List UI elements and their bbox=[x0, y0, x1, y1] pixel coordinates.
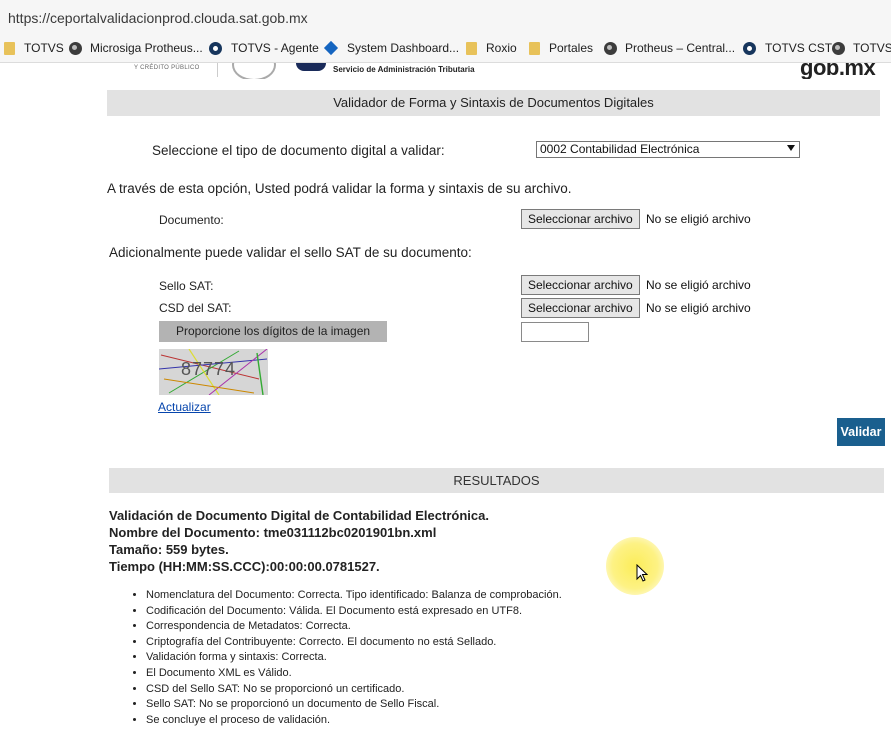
url-text[interactable]: https://ceportalvalidacionprod.clouda.sa… bbox=[8, 10, 308, 26]
doc-type-value: 0002 Contabilidad Electrónica bbox=[540, 142, 700, 156]
sello-no-file: No se eligió archivo bbox=[646, 278, 751, 292]
shcp-text: Y CRÉDITO PÚBLICO bbox=[134, 65, 200, 71]
list-item: Validación forma y sintaxis: Correcta. bbox=[146, 650, 562, 666]
csd-file-button[interactable]: Seleccionar archivo bbox=[521, 298, 640, 318]
documento-no-file: No se eligió archivo bbox=[646, 212, 751, 226]
csd-label: CSD del SAT: bbox=[159, 301, 232, 315]
header-divider bbox=[217, 63, 218, 77]
mouse-pointer-icon bbox=[636, 564, 648, 582]
bookmark-label: Portales bbox=[549, 41, 594, 55]
globe-icon bbox=[69, 41, 82, 55]
bookmark-label: TOTVS bbox=[24, 41, 64, 55]
folder-icon bbox=[529, 41, 540, 55]
captcha-image: 87774 bbox=[159, 349, 268, 395]
bookmark-label: TOTVS - Agente bbox=[231, 41, 319, 55]
sello-file-button[interactable]: Seleccionar archivo bbox=[521, 275, 640, 295]
bookmark-label: Microsiga Protheus... bbox=[90, 41, 203, 55]
captcha-code: 87774 bbox=[181, 359, 237, 379]
globe-icon bbox=[604, 41, 617, 55]
validar-button[interactable]: Validar bbox=[837, 418, 885, 446]
documento-label: Documento: bbox=[159, 213, 224, 227]
list-item: Codificación del Documento: Válida. El D… bbox=[146, 604, 562, 620]
bookmark-totvs[interactable]: TOTVS bbox=[4, 40, 64, 56]
bookmark-protheus-central[interactable]: Protheus – Central... bbox=[604, 40, 735, 56]
sat-logo bbox=[296, 63, 326, 71]
bookmark-label: System Dashboard... bbox=[347, 41, 460, 55]
list-item: El Documento XML es Válido. bbox=[146, 666, 562, 682]
results-heading: Validación de Documento Digital de Conta… bbox=[109, 508, 489, 523]
list-item: Nomenclatura del Documento: Correcta. Ti… bbox=[146, 588, 562, 604]
seal-logo bbox=[232, 63, 276, 79]
list-item: CSD del Sello SAT: No se proporcionó un … bbox=[146, 682, 562, 698]
results-messages: Nomenclatura del Documento: Correcta. Ti… bbox=[128, 588, 562, 728]
cursor-highlight bbox=[606, 537, 664, 595]
sello-label: Sello SAT: bbox=[159, 279, 214, 293]
bookmark-label: TOTVS bbox=[853, 41, 891, 55]
bookmark-totvs-agente[interactable]: TOTVS - Agente bbox=[209, 40, 319, 56]
diamond-icon bbox=[323, 40, 339, 56]
list-item: Criptografía del Contribuyente: Correcto… bbox=[146, 635, 562, 651]
form-title-bar: Validador de Forma y Sintaxis de Documen… bbox=[107, 90, 880, 116]
list-item: Correspondencia de Metadatos: Correcta. bbox=[146, 619, 562, 635]
results-title: RESULTADOS bbox=[453, 473, 540, 488]
folder-icon bbox=[4, 41, 15, 55]
bookmark-microsiga[interactable]: Microsiga Protheus... bbox=[69, 40, 203, 56]
totvs-icon bbox=[209, 41, 222, 55]
list-item: Se concluye el proceso de validación. bbox=[146, 713, 562, 729]
results-doc-name: Nombre del Documento: tme031112bc0201901… bbox=[109, 525, 437, 540]
bookmark-totvs-2[interactable]: TOTVS bbox=[832, 40, 891, 56]
sello-intro-text: Adicionalmente puede validar el sello SA… bbox=[109, 245, 472, 260]
doc-type-label: Seleccione el tipo de documento digital … bbox=[152, 143, 445, 158]
site-header: Y CRÉDITO PÚBLICO Servicio de Administra… bbox=[0, 63, 891, 79]
sat-text: Servicio de Administración Tributaria bbox=[333, 65, 475, 74]
totvs-icon bbox=[743, 41, 756, 55]
csd-no-file: No se eligió archivo bbox=[646, 301, 751, 315]
bookmark-label: Protheus – Central... bbox=[625, 41, 736, 55]
bookmarks-bar: TOTVS Microsiga Protheus... TOTVS - Agen… bbox=[0, 34, 891, 63]
gob-mx-logo[interactable]: gob.mx bbox=[800, 63, 876, 79]
bookmark-portales[interactable]: Portales bbox=[529, 40, 593, 56]
captcha-input[interactable] bbox=[521, 322, 589, 342]
bookmark-system-dashboard[interactable]: System Dashboard... bbox=[323, 40, 460, 56]
doc-type-select[interactable]: 0002 Contabilidad Electrónica bbox=[536, 141, 800, 158]
globe-icon bbox=[832, 41, 845, 55]
folder-icon bbox=[466, 41, 477, 55]
results-size: Tamaño: 559 bytes. bbox=[109, 542, 229, 557]
list-item: Sello SAT: No se proporcionó un document… bbox=[146, 697, 562, 713]
results-time: Tiempo (HH:MM:SS.CCC):00:00:00.0781527. bbox=[109, 559, 380, 574]
bookmark-totvs-cst[interactable]: TOTVS CST bbox=[743, 40, 832, 56]
bookmark-roxio[interactable]: Roxio bbox=[466, 40, 517, 56]
captcha-label: Proporcione los dígitos de la imagen bbox=[159, 321, 387, 342]
address-bar[interactable]: https://ceportalvalidacionprod.clouda.sa… bbox=[0, 0, 891, 34]
documento-file-button[interactable]: Seleccionar archivo bbox=[521, 209, 640, 229]
results-title-bar: RESULTADOS bbox=[109, 468, 884, 493]
bookmark-label: Roxio bbox=[486, 41, 517, 55]
intro-text: A través de esta opción, Usted podrá val… bbox=[107, 181, 572, 196]
dropdown-arrow-icon bbox=[787, 145, 795, 151]
form-title: Validador de Forma y Sintaxis de Documen… bbox=[333, 95, 654, 110]
bookmark-label: TOTVS CST bbox=[765, 41, 833, 55]
refresh-captcha-link[interactable]: Actualizar bbox=[158, 400, 211, 414]
